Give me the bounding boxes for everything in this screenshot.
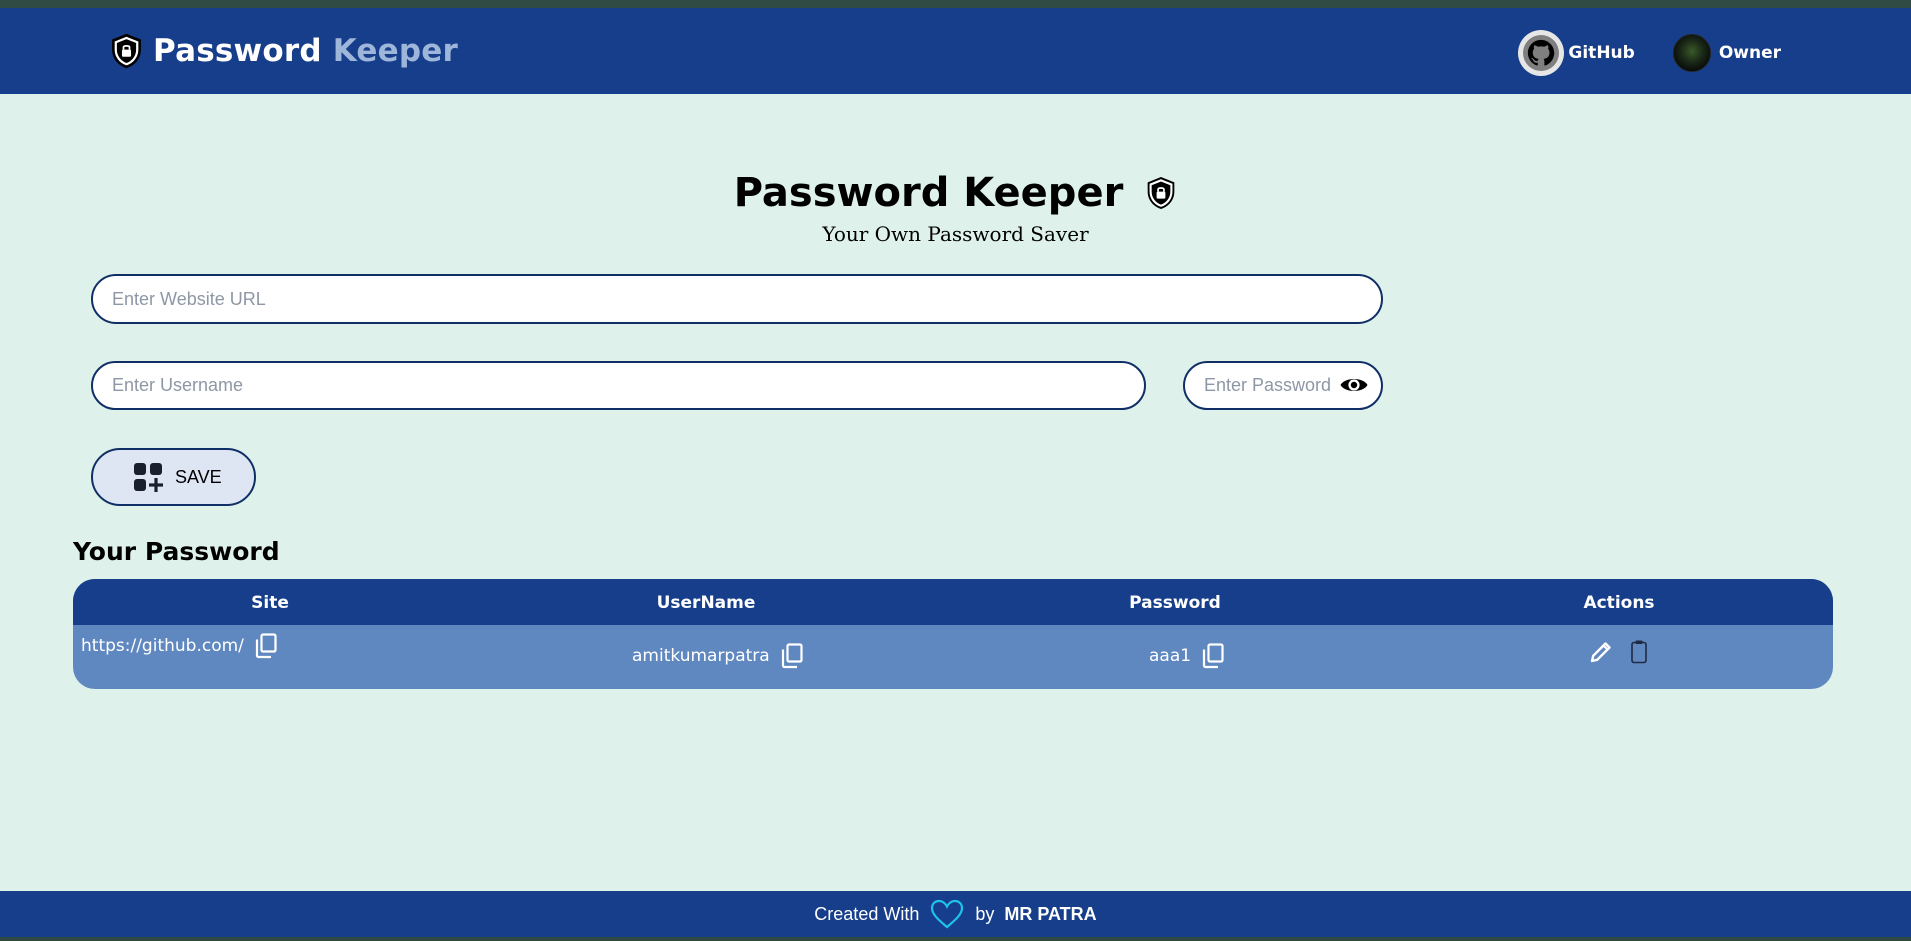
save-button-label: SAVE xyxy=(175,466,222,487)
edit-pencil-icon[interactable] xyxy=(1588,639,1614,665)
delete-icon[interactable] xyxy=(1626,639,1652,665)
window-bottom-strip xyxy=(0,937,1911,941)
footer: Created With by MR PATRA xyxy=(0,891,1911,937)
footer-by: by xyxy=(975,903,995,924)
username-input[interactable] xyxy=(91,361,1146,410)
github-label: GitHub xyxy=(1568,43,1635,63)
shield-lock-icon xyxy=(112,33,141,69)
column-header-username: UserName xyxy=(656,593,756,613)
cell-username: amitkumarpatra xyxy=(632,643,804,669)
copy-username-icon[interactable] xyxy=(780,643,804,669)
copy-password-icon[interactable] xyxy=(1201,643,1225,669)
page-subtitle: Your Own Password Saver xyxy=(822,222,1089,246)
passwords-section-title: Your Password xyxy=(73,537,280,566)
github-icon xyxy=(1518,30,1565,76)
column-header-actions: Actions xyxy=(1583,593,1655,613)
owner-avatar xyxy=(1672,34,1711,72)
owner-link[interactable]: Owner xyxy=(1635,34,1781,72)
navbar: Password Keeper GitHub Owner xyxy=(0,8,1911,94)
cell-password: aaa1 xyxy=(1149,643,1225,669)
heart-icon xyxy=(931,899,964,929)
password-field xyxy=(1183,361,1383,410)
nav-links: GitHub Owner xyxy=(1518,30,1781,76)
window-top-strip xyxy=(0,0,1911,8)
footer-author: MR PATRA xyxy=(1004,903,1097,924)
password-text: aaa1 xyxy=(1149,646,1192,666)
cell-site: https://github.com/ xyxy=(81,633,278,659)
brand-title-part1: Password xyxy=(153,33,322,69)
brand-title-part2: Keeper xyxy=(332,33,458,69)
save-button[interactable]: SAVE xyxy=(91,448,256,506)
main-content: Password Keeper Your Own Password Saver xyxy=(0,94,1911,891)
copy-site-icon[interactable] xyxy=(254,633,278,659)
website-url-input[interactable] xyxy=(91,274,1383,324)
table-row: https://github.com/ amitkumarpatra aaa1 xyxy=(73,625,1833,689)
add-grid-icon xyxy=(134,463,163,492)
table-header: Site UserName Password Actions xyxy=(73,579,1833,625)
passwords-table: Site UserName Password Actions https://g… xyxy=(73,579,1833,689)
show-password-eye-icon[interactable] xyxy=(1339,373,1369,397)
brand-title: Password Keeper xyxy=(153,33,458,69)
footer-created-with: Created With xyxy=(814,903,920,924)
column-header-password: Password xyxy=(1129,593,1221,613)
page-title-text: Password Keeper xyxy=(733,170,1124,216)
username-text: amitkumarpatra xyxy=(632,646,770,666)
brand-logo[interactable]: Password Keeper xyxy=(110,33,458,69)
github-link[interactable]: GitHub xyxy=(1518,30,1635,76)
site-text: https://github.com/ xyxy=(81,636,244,656)
shield-lock-icon xyxy=(1147,177,1175,209)
owner-label: Owner xyxy=(1718,43,1781,63)
page-title: Password Keeper xyxy=(734,170,1178,216)
github-octocat-icon xyxy=(1528,39,1555,66)
cell-actions xyxy=(1588,639,1652,665)
column-header-site: Site xyxy=(251,593,289,613)
